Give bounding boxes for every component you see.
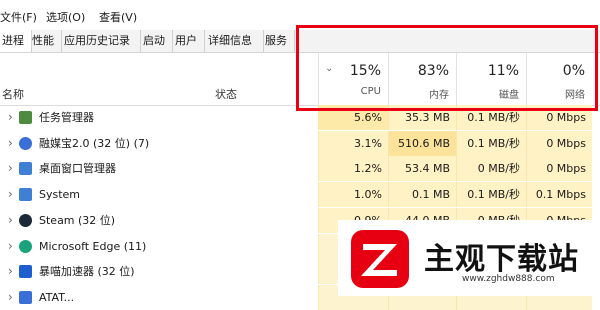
process-name: 桌面窗口管理器: [39, 162, 116, 176]
mem-cell: 53.4 MB: [388, 156, 456, 182]
tab-startup[interactable]: 启动: [140, 30, 173, 52]
column-status[interactable]: 状态: [215, 86, 237, 102]
table-row[interactable]: › System 1.0% 0.1 MB 0.1 MB/秒 0.1 Mbps: [0, 182, 600, 208]
expand-chevron-icon[interactable]: ›: [8, 156, 13, 181]
tab-users[interactable]: 用户: [172, 30, 205, 52]
net-cell: 0 Mbps: [526, 130, 592, 156]
tab-performance[interactable]: 性能: [29, 30, 62, 52]
expand-chevron-icon[interactable]: ›: [8, 285, 13, 310]
steam-icon: [19, 213, 32, 227]
expand-chevron-icon[interactable]: ›: [8, 208, 13, 233]
edge-icon: [19, 239, 32, 253]
net-cell: 0.1 Mbps: [526, 182, 592, 208]
app-icon: [19, 290, 32, 304]
expand-chevron-icon[interactable]: ›: [8, 259, 13, 284]
expand-chevron-icon[interactable]: ›: [8, 182, 13, 207]
accelerator-icon: [19, 265, 32, 279]
process-name: System: [39, 188, 81, 202]
table-row[interactable]: › 桌面窗口管理器 1.2% 53.4 MB 0 MB/秒 0 Mbps: [0, 156, 600, 182]
watermark-url: www.zghdw888.com: [462, 274, 555, 284]
app-d-icon: [19, 136, 32, 150]
process-name: Steam (32 位): [39, 213, 116, 227]
menu-options[interactable]: 选项(O): [46, 9, 85, 25]
menu-file[interactable]: 文件(F): [0, 9, 37, 25]
cpu-cell: 3.1%: [318, 130, 388, 156]
process-name: 暴喵加速器 (32 位): [39, 265, 135, 279]
mem-cell: 0.1 MB: [388, 182, 456, 208]
disk-cell: 0.1 MB/秒: [456, 182, 526, 208]
column-name[interactable]: 名称: [2, 86, 24, 102]
watermark-text: 主观下载站: [424, 242, 579, 277]
process-name: 任务管理器: [39, 111, 94, 124]
process-name: 融媒宝2.0 (32 位) (7): [39, 136, 150, 150]
task-manager-icon: [19, 111, 32, 124]
expand-chevron-icon[interactable]: ›: [8, 234, 13, 259]
watermark-logo-icon: [351, 230, 409, 288]
menu-view[interactable]: 查看(V): [99, 9, 137, 25]
table-row[interactable]: › 融媒宝2.0 (32 位) (7) 3.1% 510.6 MB 0.1 MB/秒 0 …: [0, 130, 600, 156]
tab-app-history[interactable]: 应用历史记录: [61, 30, 141, 52]
window-icon: [19, 188, 32, 202]
tab-processes[interactable]: 进程: [0, 30, 32, 52]
tab-services[interactable]: 服务: [262, 30, 295, 52]
process-name: ATAT...: [39, 290, 75, 304]
disk-cell: 0 MB/秒: [456, 156, 526, 182]
net-cell: 0 Mbps: [526, 156, 592, 182]
disk-cell: 0.1 MB/秒: [456, 130, 526, 156]
tab-details[interactable]: 详细信息: [205, 30, 264, 52]
expand-chevron-icon[interactable]: ›: [8, 131, 13, 156]
process-name: Microsoft Edge (11): [39, 239, 147, 253]
highlight-box: [296, 25, 598, 111]
window-icon: [19, 162, 32, 176]
cpu-cell: 1.2%: [318, 156, 388, 182]
cpu-cell: 1.0%: [318, 182, 388, 208]
expand-chevron-icon[interactable]: ›: [8, 105, 13, 130]
mem-cell: 510.6 MB: [388, 130, 456, 156]
